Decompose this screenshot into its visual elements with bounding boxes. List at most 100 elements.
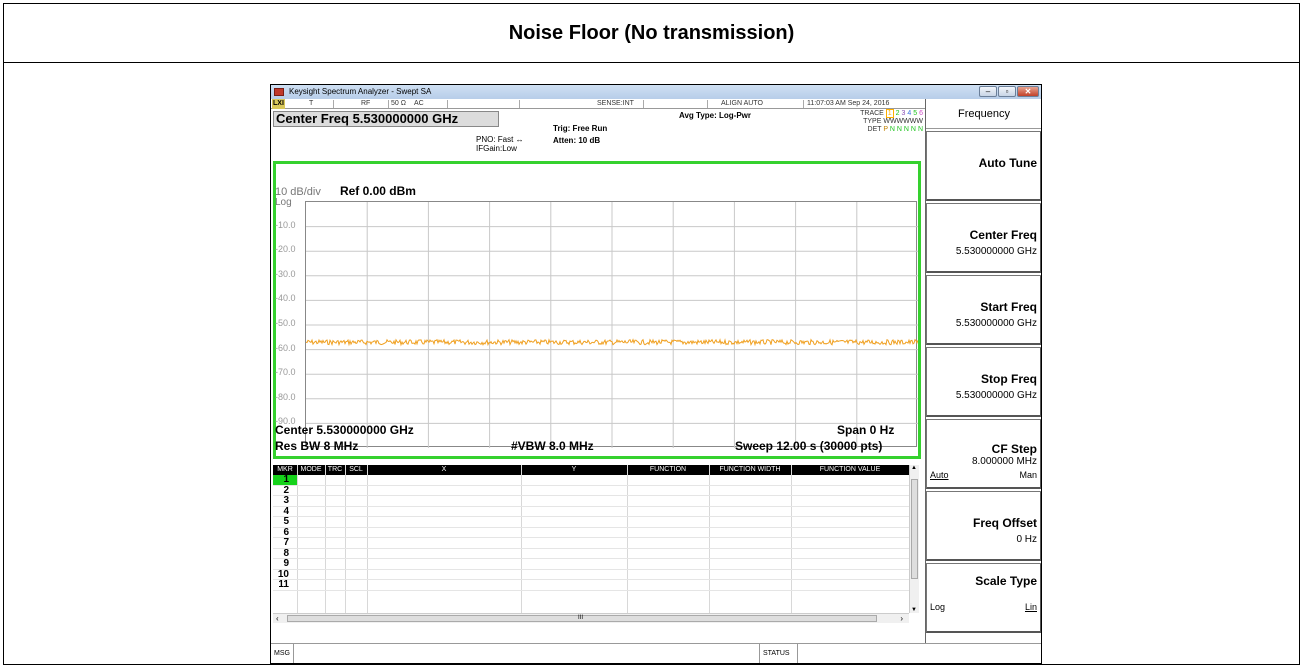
table-row[interactable]: 7 (273, 538, 909, 549)
trig-label: Trig: Free Run (553, 124, 608, 133)
auto-tune-button[interactable]: Auto Tune (926, 131, 1041, 201)
y-axis-label: -50.0 (275, 318, 296, 328)
trace-info: TRACE 1 2 3 4 5 6 TYPE WWWWWW DET P N N … (813, 109, 923, 134)
scroll-up-icon[interactable]: ▲ (911, 465, 917, 471)
center-label: Center 5.530000000 GHz (275, 423, 414, 437)
table-row[interactable]: 5 (273, 517, 909, 528)
app-icon (274, 88, 284, 96)
stop-freq-button[interactable]: Stop Freq 5.530000000 GHz (926, 347, 1041, 417)
status-row: LXI T RF 50 Ω AC SENSE:INT ALIGN AUTO 11… (271, 99, 925, 109)
table-row[interactable]: 8 (273, 547, 909, 559)
stop-freq-value: 5.530000000 GHz (955, 390, 1037, 401)
det-1: P (883, 126, 888, 133)
cf-step-value: 8.000000 MHz (971, 456, 1037, 467)
center-freq-button[interactable]: Center Freq 5.530000000 GHz (926, 203, 1041, 273)
softkey-panel: Frequency Auto Tune Center Freq 5.530000… (925, 99, 1041, 643)
page-title: Noise Floor (No transmission) (4, 4, 1299, 63)
type-label: TYPE (863, 118, 882, 125)
cf-step-auto: Auto (930, 470, 949, 480)
divider (707, 100, 708, 108)
trace-2: 2 (895, 110, 900, 117)
lxi-badge: LXI (272, 99, 285, 109)
freq-offset-value: 0 Hz (1016, 534, 1037, 545)
scale-type-button[interactable]: Scale Type Log Lin (926, 563, 1041, 633)
y-axis-label: -10.0 (275, 219, 296, 230)
scroll-left-icon[interactable]: ‹ (276, 614, 279, 623)
softkey-menu-title: Frequency (926, 99, 1041, 129)
pno-value: PNO: Fast (476, 135, 514, 144)
scale-type-label: Scale Type (975, 574, 1037, 588)
start-freq-label: Start Freq (980, 300, 1037, 314)
table-row[interactable]: 6 (273, 526, 909, 538)
det-6: N (917, 126, 923, 133)
ifgain-label: IFGain:Low (476, 144, 517, 153)
rf-input-label: RF (361, 100, 371, 107)
col-y: Y (571, 466, 577, 473)
vertical-scrollbar[interactable]: ▲ ▼ (909, 465, 919, 613)
window-titlebar[interactable]: Keysight Spectrum Analyzer - Swept SA – … (271, 85, 1041, 99)
y-axis-label: -40.0 (275, 293, 296, 304)
marker-number: 5 (283, 516, 289, 527)
divider (293, 644, 294, 663)
divider (803, 100, 804, 108)
col-x: X (441, 466, 447, 473)
table-row[interactable]: 10 (273, 569, 909, 580)
marker-table: MKR MODE TRC SCL X Y FUNCTION FUNCTION W… (273, 465, 919, 623)
coupling-label: AC (414, 100, 424, 107)
vertical-scroll-thumb[interactable] (911, 479, 918, 579)
res-bw-label: Res BW 8 MHz (275, 439, 359, 453)
table-row[interactable]: 1 (273, 475, 909, 486)
horizontal-scrollbar[interactable]: ‹ III › (273, 613, 909, 623)
divider (643, 100, 644, 108)
trace-6: 6 (919, 110, 923, 117)
marker-number: 1 (273, 475, 297, 485)
vbw-label: #VBW 8.0 MHz (511, 439, 594, 453)
col-function-value: FUNCTION VALUE (819, 466, 881, 473)
minimize-icon[interactable]: – (979, 86, 997, 97)
table-row[interactable]: 2 (273, 485, 909, 496)
scroll-right-icon[interactable]: › (900, 614, 903, 623)
marker-number: 7 (283, 537, 289, 548)
divider (519, 100, 520, 108)
span-label: Span 0 Hz (837, 423, 895, 437)
sense-label: SENSE:INT (597, 100, 634, 107)
table-row[interactable]: 9 (273, 559, 909, 570)
col-function-width: FUNCTION WIDTH (719, 466, 781, 473)
stop-freq-label: Stop Freq (981, 372, 1037, 386)
col-scl: SCL (349, 466, 363, 473)
marker-number: 8 (283, 547, 289, 559)
start-freq-value: 5.530000000 GHz (955, 318, 1037, 329)
marker-number: 6 (283, 526, 289, 538)
analyzer-window: Keysight Spectrum Analyzer - Swept SA – … (270, 84, 1042, 664)
impedance-label: 50 Ω (391, 100, 406, 107)
table-row[interactable]: 3 (273, 496, 909, 507)
marker-number: 3 (283, 495, 289, 506)
cf-step-man: Man (1019, 470, 1037, 480)
freq-offset-button[interactable]: Freq Offset 0 Hz (926, 491, 1041, 561)
maximize-icon[interactable]: ▫ (998, 86, 1016, 97)
start-freq-button[interactable]: Start Freq 5.530000000 GHz (926, 275, 1041, 345)
auto-tune-label: Auto Tune (978, 156, 1037, 170)
close-icon[interactable]: ✕ (1017, 86, 1039, 97)
trace-4: 4 (907, 110, 912, 117)
horizontal-scroll-thumb[interactable]: III (287, 615, 877, 622)
divider (797, 644, 798, 663)
marker-table-header: MKR MODE TRC SCL X Y FUNCTION FUNCTION W… (273, 465, 909, 475)
align-label: ALIGN AUTO (721, 100, 763, 107)
status-label: STATUS (763, 650, 790, 657)
divider (447, 100, 448, 108)
marker-number: 9 (283, 558, 289, 569)
scroll-down-icon[interactable]: ▼ (911, 607, 917, 613)
ref-row: 10 dB/div Ref 0.00 dBm (275, 184, 416, 198)
trace-3: 3 (901, 110, 906, 117)
divider (333, 100, 334, 108)
freq-offset-label: Freq Offset (972, 516, 1037, 530)
det-3: N (896, 126, 902, 133)
table-row[interactable]: 11 (273, 580, 909, 591)
cf-step-button[interactable]: CF Step 8.000000 MHz Auto Man (926, 419, 1041, 489)
det-label: DET (867, 126, 882, 133)
scroll-grip-icon: III (578, 615, 584, 621)
table-row[interactable]: 4 (273, 506, 909, 517)
cf-step-label: CF Step (991, 442, 1037, 456)
det-5: N (910, 126, 916, 133)
